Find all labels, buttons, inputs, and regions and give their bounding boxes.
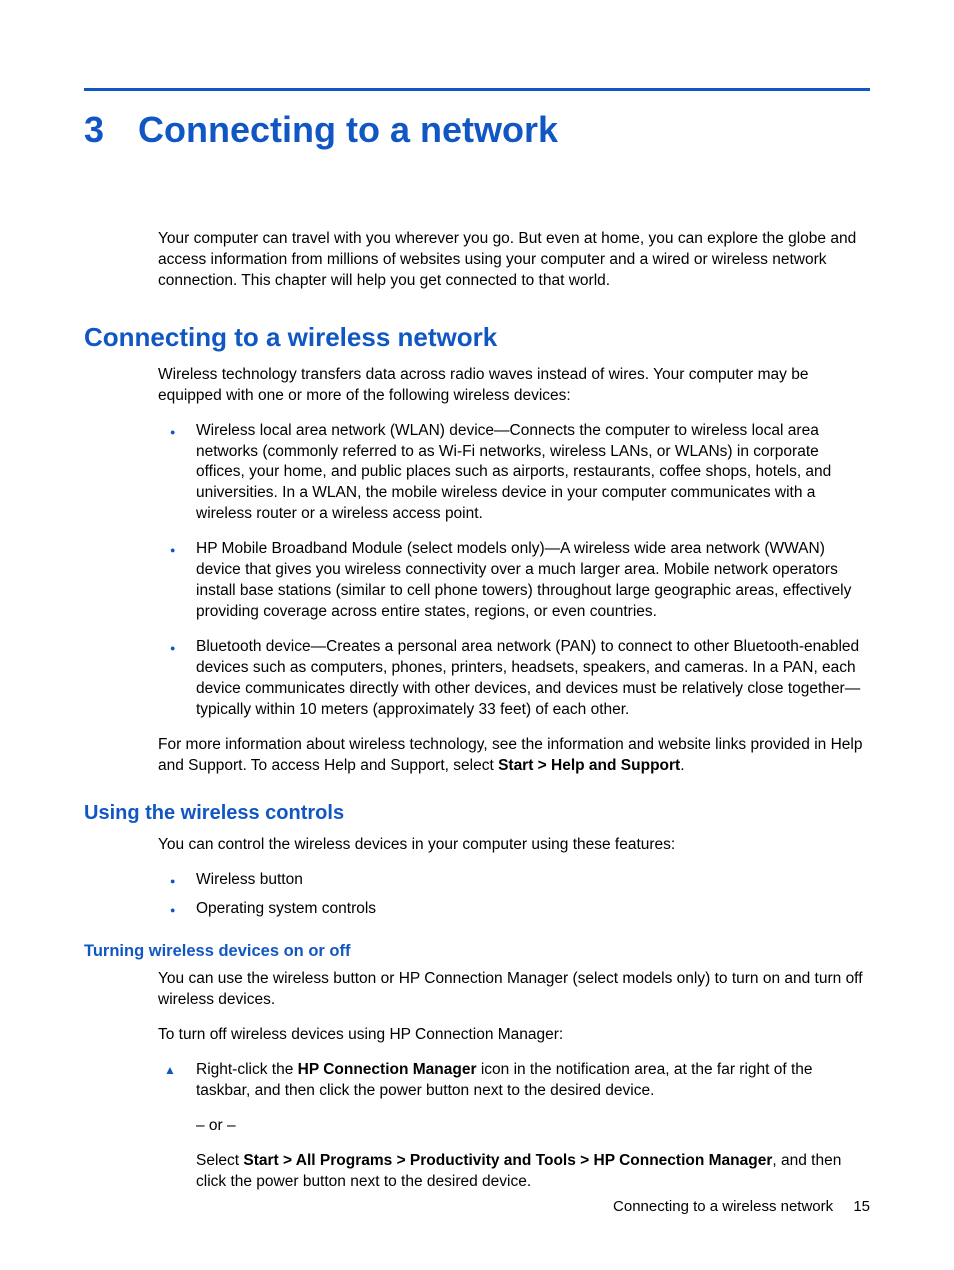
section3-body: You can use the wireless button or HP Co…: [158, 969, 870, 1046]
step-text-bold: HP Connection Manager: [298, 1061, 477, 1078]
chapter-rule: [84, 88, 870, 91]
closing-text-bold: Start > Help and Support: [498, 757, 680, 774]
section1-closing: For more information about wireless tech…: [158, 735, 870, 777]
step-alt: Select Start > All Programs > Productivi…: [196, 1151, 870, 1193]
section-heading-wireless-controls: Using the wireless controls: [84, 802, 870, 825]
footer-section-label: Connecting to a wireless network: [613, 1198, 833, 1215]
section1-lead: Wireless technology transfers data acros…: [158, 365, 870, 407]
page-number: 15: [853, 1198, 870, 1215]
document-page: 3 Connecting to a network Your computer …: [0, 0, 954, 1270]
step-alt-pre: Select: [196, 1152, 243, 1169]
page-footer: Connecting to a wireless network 15: [613, 1198, 870, 1215]
section-heading-wireless-network: Connecting to a wireless network: [84, 322, 870, 353]
procedure-step: Right-click the HP Connection Manager ic…: [158, 1060, 870, 1193]
section-heading-turning-on-off: Turning wireless devices on or off: [84, 942, 870, 961]
step-or: – or –: [196, 1116, 870, 1137]
section1-body: Wireless technology transfers data acros…: [158, 365, 870, 407]
section1-closing-paragraph: For more information about wireless tech…: [158, 735, 870, 777]
list-item: Bluetooth device—Creates a personal area…: [158, 637, 870, 721]
procedure-list: Right-click the HP Connection Manager ic…: [158, 1060, 870, 1193]
wireless-controls-list: Wireless button Operating system control…: [158, 870, 870, 920]
section2-body: You can control the wireless devices in …: [158, 835, 870, 856]
closing-text-post: .: [680, 757, 684, 774]
chapter-title: Connecting to a network: [138, 109, 558, 151]
intro-paragraph: Your computer can travel with you wherev…: [158, 229, 870, 292]
list-item: Wireless local area network (WLAN) devic…: [158, 421, 870, 526]
step-text-pre: Right-click the: [196, 1061, 298, 1078]
list-item: Operating system controls: [158, 899, 870, 920]
step-alt-bold: Start > All Programs > Productivity and …: [243, 1152, 772, 1169]
section3-p1: You can use the wireless button or HP Co…: [158, 969, 870, 1011]
chapter-heading: 3 Connecting to a network: [84, 109, 870, 151]
section3-p2: To turn off wireless devices using HP Co…: [158, 1025, 870, 1046]
wireless-devices-list: Wireless local area network (WLAN) devic…: [158, 421, 870, 721]
list-item: HP Mobile Broadband Module (select model…: [158, 539, 870, 623]
chapter-number: 3: [84, 109, 104, 151]
section2-lead: You can control the wireless devices in …: [158, 835, 870, 856]
list-item: Wireless button: [158, 870, 870, 891]
